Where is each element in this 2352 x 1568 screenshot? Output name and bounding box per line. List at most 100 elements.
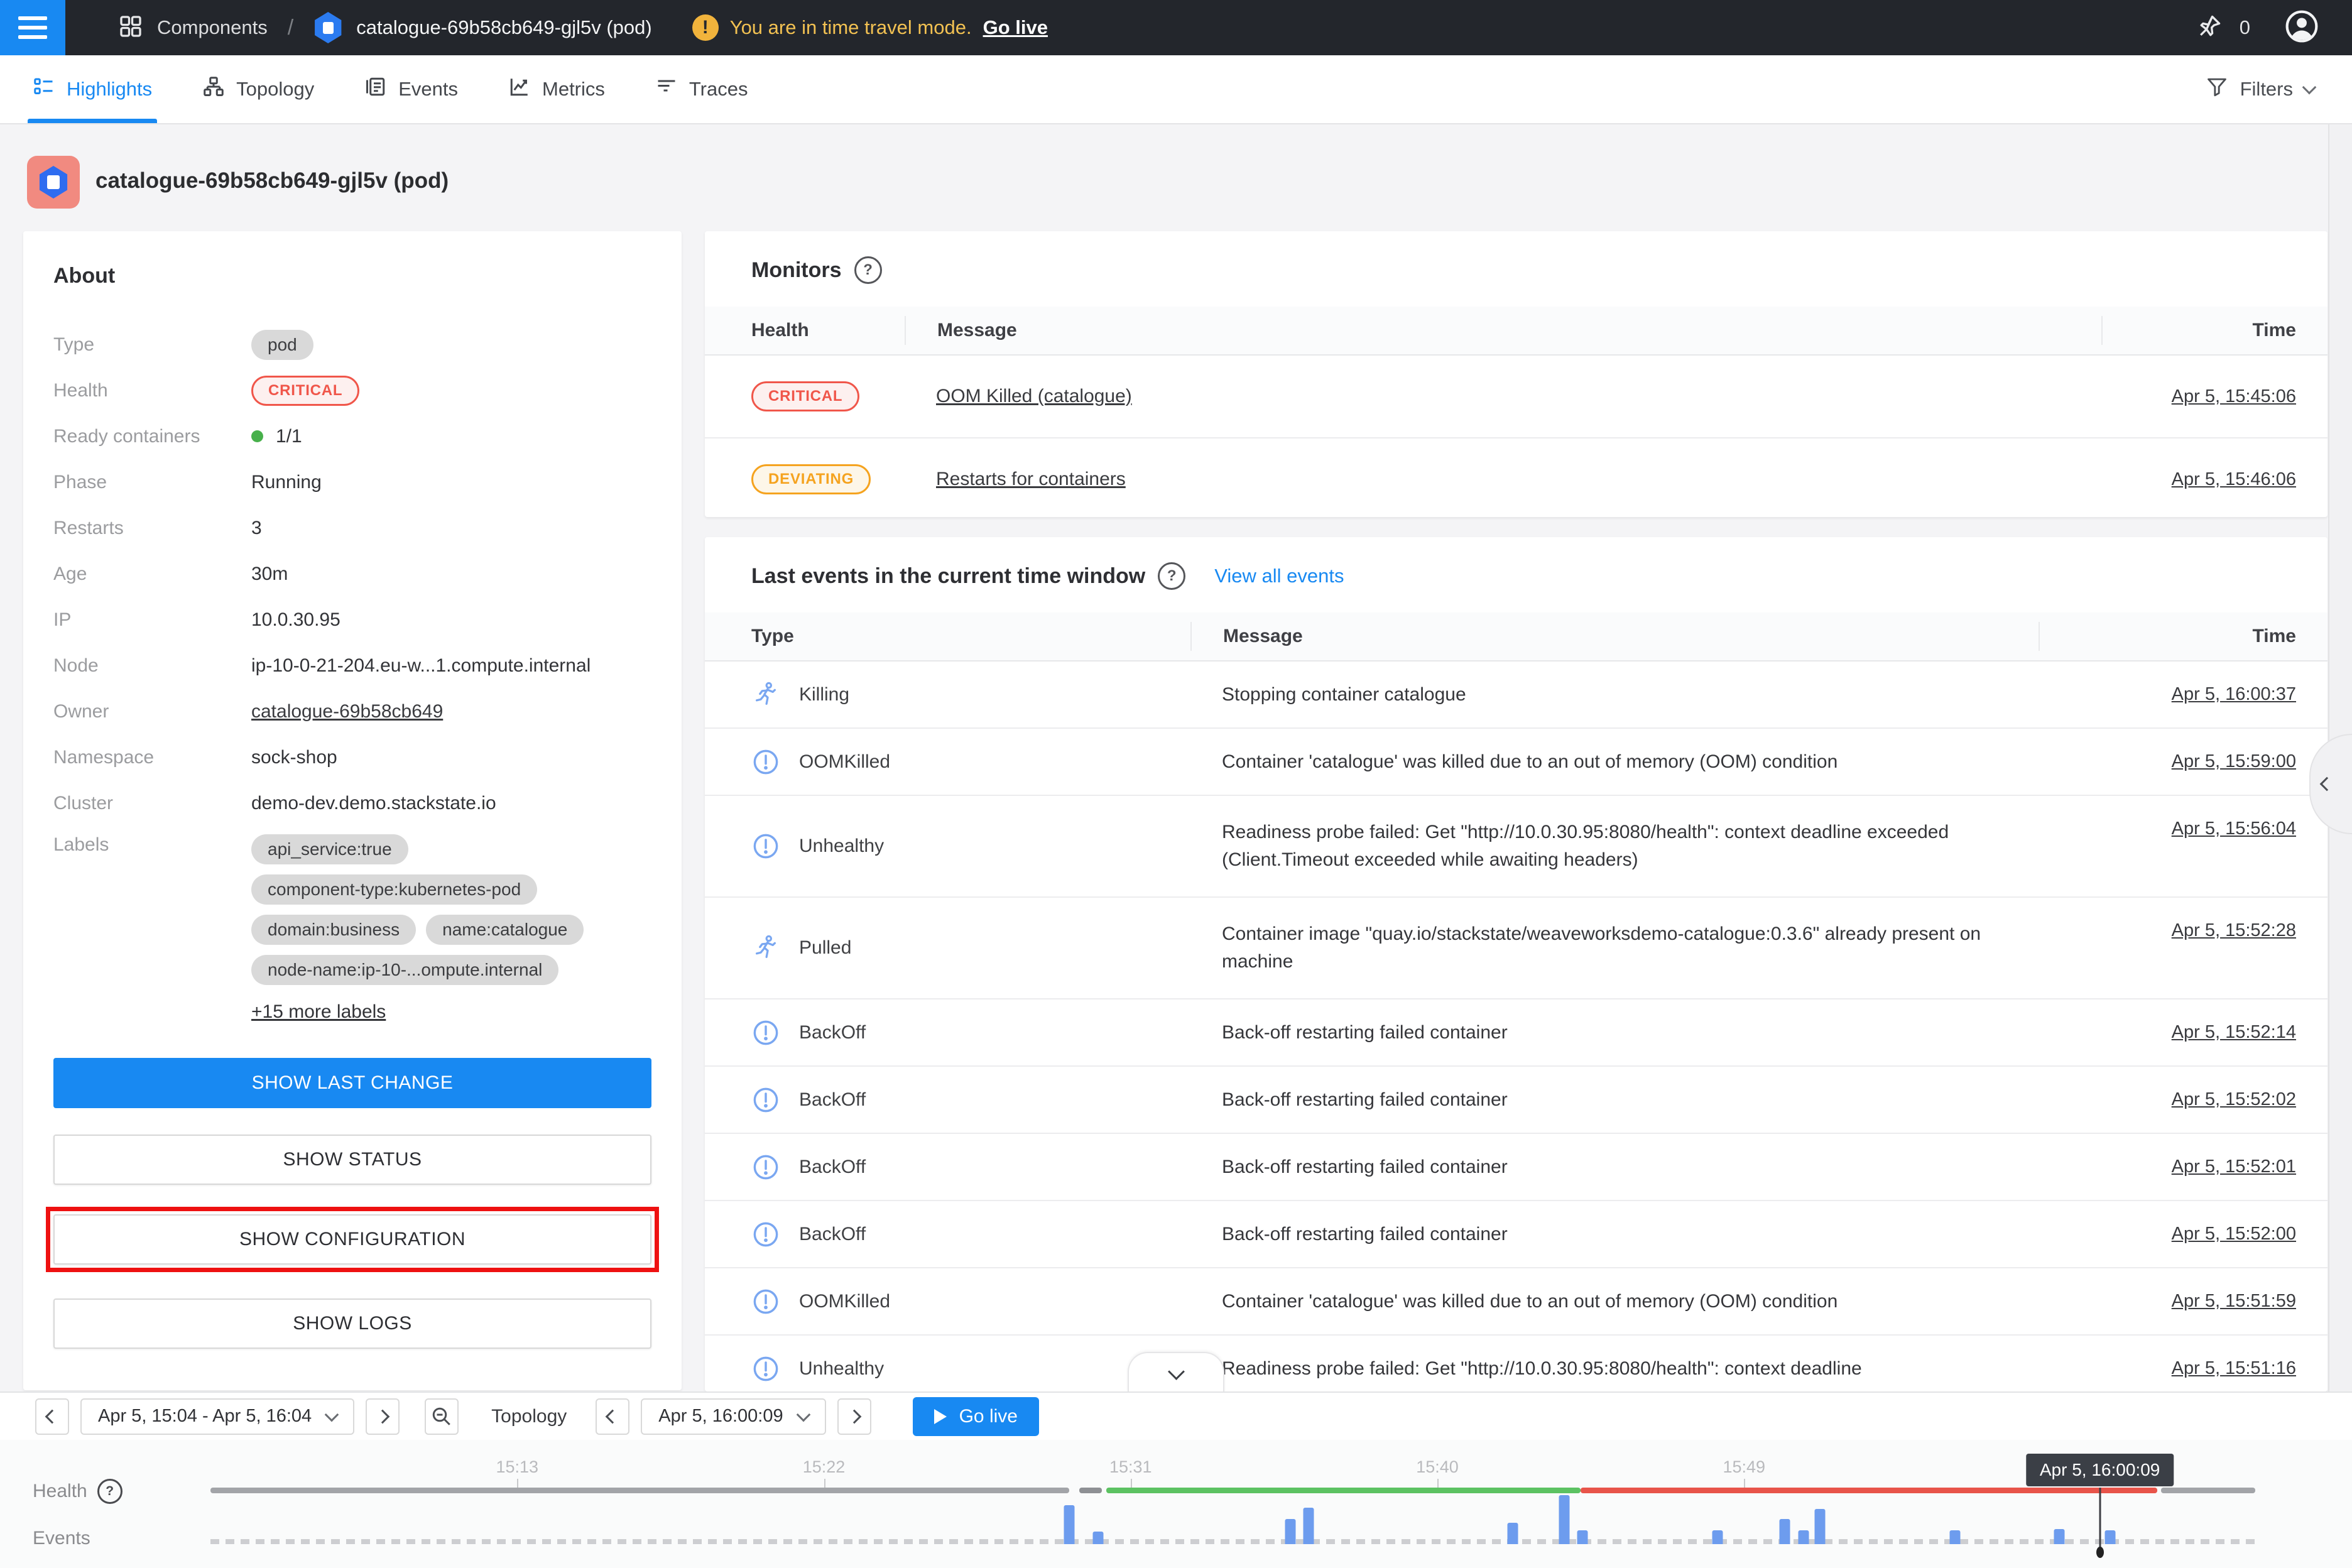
monitor-time[interactable]: Apr 5, 15:45:06 (2101, 386, 2328, 407)
timeline-tick-label: 15:31 (1109, 1457, 1152, 1477)
current-time-marker-dot[interactable] (2096, 1547, 2104, 1558)
events-icon (364, 75, 387, 103)
timeline-plot[interactable]: 15:1315:2215:3115:4015:49Apr 5, 16:00:09 (210, 1440, 2255, 1568)
event-time[interactable]: Apr 5, 15:52:28 (2039, 898, 2328, 941)
monitor-time[interactable]: Apr 5, 15:46:06 (2101, 469, 2328, 490)
field-label: Node (53, 655, 251, 677)
entity-type-icon (27, 156, 80, 209)
event-count-bar[interactable] (1508, 1523, 1518, 1544)
health-segment-unknown[interactable] (2161, 1488, 2255, 1493)
zoom-out-button[interactable] (425, 1398, 459, 1435)
about-field-namespace: Namespacesock-shop (53, 743, 651, 773)
show-last-change-button[interactable]: SHOW LAST CHANGE (53, 1058, 651, 1108)
monitor-row: DEVIATINGRestarts for containersApr 5, 1… (705, 438, 2328, 517)
time-travel-warning: ! You are in time travel mode. Go live (692, 14, 1048, 41)
event-count-bar[interactable] (1064, 1505, 1075, 1544)
event-time[interactable]: Apr 5, 15:59:00 (2039, 751, 2328, 772)
event-type-label: BackOff (799, 1157, 866, 1178)
timeline-section: Health ? Events 15:1315:2215:3115:4015:4… (0, 1440, 2352, 1568)
about-field-age: Age30m (53, 559, 651, 589)
owner-link[interactable]: catalogue-69b58cb649 (251, 701, 443, 722)
event-time[interactable]: Apr 5, 15:52:14 (2039, 1022, 2328, 1043)
event-type-label: OOMKilled (799, 1291, 890, 1312)
event-count-bar[interactable] (2054, 1529, 2064, 1544)
timeline-health-label: Health ? (33, 1479, 122, 1504)
event-message: Back-off restarting failed container (1190, 1086, 2039, 1114)
event-message: Readiness probe failed: Get "http://10.0… (1190, 819, 2039, 874)
event-type-cell: Killing (705, 680, 1190, 709)
event-count-bar[interactable] (1780, 1519, 1790, 1544)
timeline-tick-label: 15:40 (1416, 1457, 1459, 1477)
field-label: IP (53, 609, 251, 631)
event-count-bar[interactable] (1577, 1530, 1588, 1544)
about-field-ip: IP10.0.30.95 (53, 605, 651, 635)
expand-events-button[interactable] (1128, 1352, 1224, 1393)
event-count-bar[interactable] (1949, 1530, 1960, 1544)
health-segment-healthy[interactable] (1106, 1488, 1581, 1493)
event-count-bar[interactable] (1285, 1519, 1295, 1544)
pin-icon[interactable] (2196, 13, 2223, 43)
breadcrumb-entity[interactable]: catalogue-69b58cb649-gjl5v (pod) (356, 16, 652, 39)
event-time[interactable]: Apr 5, 15:56:04 (2039, 796, 2328, 839)
show-configuration-button[interactable]: SHOW CONFIGURATION (53, 1214, 651, 1265)
event-time[interactable]: Apr 5, 15:51:59 (2039, 1291, 2328, 1312)
tab-events[interactable]: Events (359, 55, 463, 123)
tab-traces[interactable]: Traces (650, 55, 753, 123)
tab-topology[interactable]: Topology (197, 55, 319, 123)
range-prev-button[interactable] (35, 1398, 69, 1435)
health-segment-unknown-dash[interactable] (1079, 1488, 1102, 1493)
event-count-bar[interactable] (1814, 1509, 1825, 1544)
event-count-bar[interactable] (1092, 1532, 1103, 1544)
show-status-button[interactable]: SHOW STATUS (53, 1135, 651, 1185)
show-logs-button[interactable]: SHOW LOGS (53, 1298, 651, 1349)
type-pill: pod (251, 330, 313, 360)
event-count-bar[interactable] (1798, 1530, 1809, 1544)
question-icon[interactable]: ? (97, 1479, 122, 1504)
event-row: BackOffBack-off restarting failed contai… (705, 1134, 2328, 1201)
event-time[interactable]: Apr 5, 15:52:00 (2039, 1224, 2328, 1244)
event-message: Container 'catalogue' was killed due to … (1190, 748, 2039, 776)
tab-label: Topology (236, 78, 314, 101)
event-message: Container image "quay.io/stackstate/weav… (1190, 920, 2039, 976)
question-icon[interactable]: ? (854, 256, 882, 284)
breadcrumb-components[interactable]: Components (157, 16, 268, 39)
event-time[interactable]: Apr 5, 15:52:02 (2039, 1089, 2328, 1110)
health-segment-critical[interactable] (1581, 1488, 2157, 1493)
go-live-link[interactable]: Go live (983, 16, 1048, 39)
event-count-bar[interactable] (1559, 1495, 1569, 1544)
time-range-dropdown[interactable]: Apr 5, 15:04 - Apr 5, 16:04 (80, 1398, 354, 1435)
hamburger-menu-icon[interactable] (0, 0, 65, 55)
current-time-marker[interactable] (2099, 1488, 2101, 1550)
health-segment-unknown[interactable] (210, 1488, 1069, 1493)
breadcrumb: Components / catalogue-69b58cb649-gjl5v … (118, 12, 652, 43)
field-value: demo-dev.demo.stackstate.io (251, 793, 496, 814)
timeline-tick-label: 15:22 (803, 1457, 846, 1477)
go-live-button[interactable]: Go live (913, 1397, 1039, 1436)
pod-hexagon-icon (38, 166, 68, 199)
more-labels-link[interactable]: +15 more labels (251, 1001, 651, 1023)
event-time[interactable]: Apr 5, 15:52:01 (2039, 1157, 2328, 1177)
topology-prev-button[interactable] (596, 1398, 629, 1435)
tab-metrics[interactable]: Metrics (503, 55, 610, 123)
column-header-message: Message (1190, 622, 2039, 651)
topology-time-dropdown[interactable]: Apr 5, 16:00:09 (641, 1398, 825, 1435)
event-row: PulledContainer image "quay.io/stackstat… (705, 898, 2328, 999)
monitor-message[interactable]: Restarts for containers (905, 466, 2101, 493)
topology-next-button[interactable] (837, 1398, 871, 1435)
avatar-icon[interactable] (2284, 9, 2319, 47)
column-header-type: Type (705, 622, 1190, 651)
chevron-down-icon (325, 1407, 339, 1422)
event-row: OOMKilledContainer 'catalogue' was kille… (705, 729, 2328, 796)
tab-highlights[interactable]: Highlights (28, 55, 157, 123)
event-count-bar[interactable] (1303, 1508, 1314, 1544)
event-count-bar[interactable] (1712, 1530, 1723, 1544)
event-time[interactable]: Apr 5, 15:51:16 (2039, 1358, 2328, 1379)
monitor-message[interactable]: OOM Killed (catalogue) (905, 383, 2101, 410)
event-time[interactable]: Apr 5, 16:00:37 (2039, 684, 2328, 705)
event-count-bar[interactable] (2104, 1530, 2115, 1544)
question-icon[interactable]: ? (1158, 562, 1185, 590)
alert-circle-icon (751, 1018, 780, 1047)
filters-button[interactable]: Filters (2205, 55, 2352, 123)
view-all-events-link[interactable]: View all events (1214, 565, 1344, 587)
range-next-button[interactable] (366, 1398, 400, 1435)
